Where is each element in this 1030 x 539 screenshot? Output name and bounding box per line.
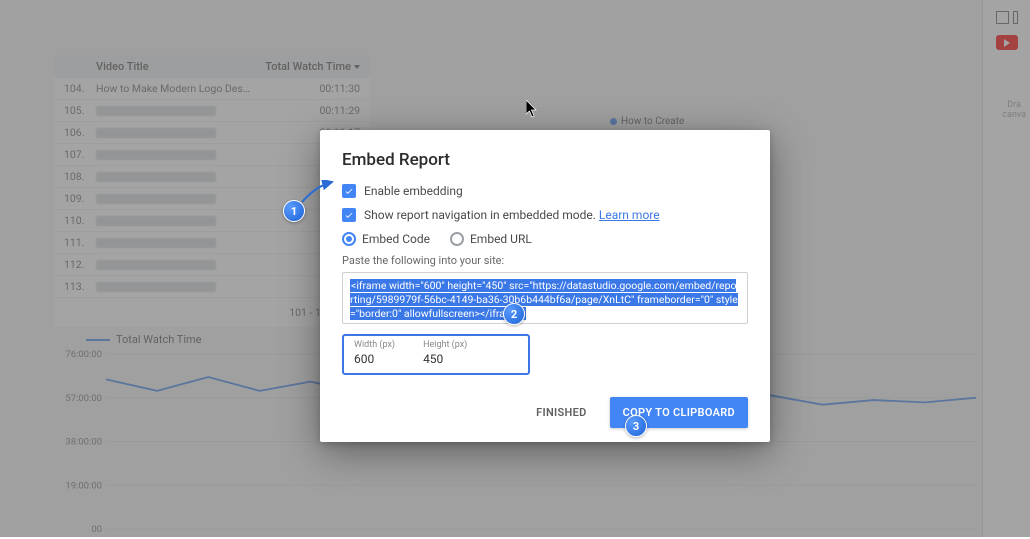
show-nav-label: Show report navigation in embedded mode.…	[364, 208, 660, 222]
annotation-badge-3: 3	[625, 415, 647, 437]
annotation-badge-2: 2	[503, 303, 525, 325]
embed-report-dialog: Embed Report Enable embedding Show repor…	[320, 130, 770, 442]
dialog-title: Embed Report	[342, 150, 748, 170]
paste-label: Paste the following into your site:	[342, 254, 748, 267]
enable-embedding-label: Enable embedding	[364, 184, 463, 198]
embed-code-radio[interactable]: Embed Code	[342, 232, 430, 246]
checkmark-icon	[344, 186, 354, 196]
radio-unselected-icon	[450, 232, 464, 246]
height-label: Height (px)	[423, 340, 467, 350]
width-label: Width (px)	[354, 340, 395, 350]
width-input[interactable]: 600	[354, 352, 395, 366]
radio-selected-icon	[342, 232, 356, 246]
dimensions-group: Width (px) 600 Height (px) 450	[342, 334, 530, 375]
cursor-icon	[526, 100, 538, 118]
height-input[interactable]: 450	[423, 352, 467, 366]
finished-button[interactable]: FINISHED	[523, 397, 599, 428]
learn-more-link[interactable]: Learn more	[599, 208, 660, 222]
embed-code-textarea[interactable]: <iframe width="600" height="450" src="ht…	[342, 272, 748, 324]
enable-embedding-checkbox[interactable]	[342, 184, 356, 198]
embed-url-radio[interactable]: Embed URL	[450, 232, 532, 246]
checkmark-icon	[344, 210, 354, 220]
show-nav-checkbox[interactable]	[342, 208, 356, 222]
annotation-badge-1: 1	[283, 200, 305, 222]
